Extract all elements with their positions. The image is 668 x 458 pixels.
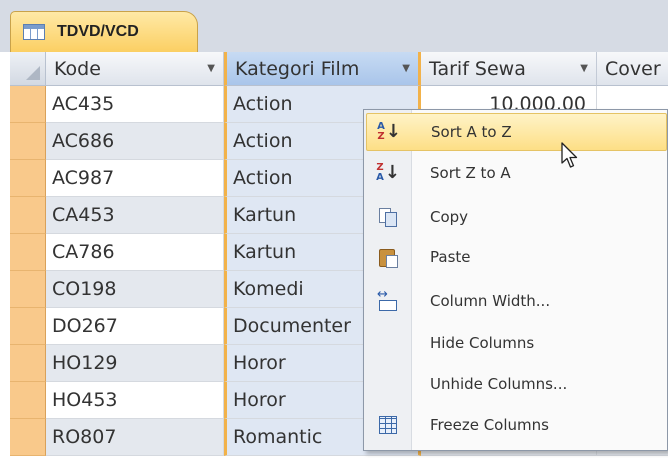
menu-item-freeze-columns[interactable]: Freeze Columns: [366, 406, 667, 444]
column-header-kode[interactable]: Kode ▼: [46, 52, 224, 86]
record-selector[interactable]: [10, 197, 46, 234]
menu-item-label: Copy: [430, 208, 469, 226]
cell-kode[interactable]: AC435: [46, 86, 224, 123]
record-selector[interactable]: [10, 234, 46, 271]
cell-kode[interactable]: RO807: [46, 419, 224, 456]
record-selector[interactable]: [10, 123, 46, 160]
menu-item-label: Unhide Columns...: [430, 375, 568, 393]
menu-item-sort-z-to-a[interactable]: Z A ↓ Sort Z to A: [366, 154, 667, 192]
cell-kode[interactable]: HO129: [46, 345, 224, 382]
select-all-button[interactable]: [10, 52, 46, 86]
menu-item-hide-columns[interactable]: Hide Columns: [366, 324, 667, 362]
menu-item-label: Sort A to Z: [431, 123, 512, 141]
mouse-pointer-icon: [561, 142, 578, 168]
chevron-down-icon[interactable]: ▼: [207, 63, 215, 74]
menu-item-label: Paste: [430, 248, 471, 266]
cell-kode[interactable]: CO198: [46, 271, 224, 308]
chevron-down-icon[interactable]: ▼: [580, 63, 588, 74]
record-selector[interactable]: [10, 160, 46, 197]
menu-item-label: Freeze Columns: [430, 416, 549, 434]
menu-item-sort-a-to-z[interactable]: A Z ↓ Sort A to Z: [366, 113, 667, 151]
table-tab[interactable]: TDVD/VCD: [10, 11, 198, 52]
record-selector[interactable]: [10, 271, 46, 308]
record-selector[interactable]: [10, 308, 46, 345]
column-header-label: Tarif Sewa: [429, 57, 526, 80]
menu-item-paste[interactable]: Paste: [366, 238, 667, 276]
cell-kode[interactable]: DO267: [46, 308, 224, 345]
chevron-down-icon[interactable]: ▼: [402, 63, 410, 74]
column-header-label: Kode: [54, 57, 101, 80]
column-header-label: Kategori Film: [235, 57, 360, 80]
record-selector[interactable]: [10, 345, 46, 382]
menu-item-column-width[interactable]: ↔ Column Width...: [366, 282, 667, 320]
cell-kode[interactable]: CA786: [46, 234, 224, 271]
column-header-label: Cover: [605, 57, 661, 80]
freeze-columns-icon: [366, 406, 410, 444]
record-selector[interactable]: [10, 86, 46, 123]
menu-item-label: Sort Z to A: [430, 164, 511, 182]
cell-kode[interactable]: AC686: [46, 123, 224, 160]
menu-item-copy[interactable]: Copy: [366, 198, 667, 236]
record-selector[interactable]: [10, 419, 46, 456]
copy-icon: [366, 198, 410, 236]
sort-a-to-z-icon: A Z ↓: [377, 121, 401, 142]
cell-kode[interactable]: CA453: [46, 197, 224, 234]
cell-kode[interactable]: HO453: [46, 382, 224, 419]
column-width-icon: ↔: [366, 282, 410, 320]
column-header-tarif-sewa[interactable]: Tarif Sewa ▼: [421, 52, 597, 86]
record-selector[interactable]: [10, 382, 46, 419]
table-icon: [23, 24, 45, 40]
menu-item-label: Hide Columns: [430, 334, 535, 352]
menu-item-unhide-columns[interactable]: Unhide Columns...: [366, 365, 667, 403]
column-header-cover[interactable]: Cover: [597, 52, 668, 86]
column-header-kategori-film[interactable]: Kategori Film ▼: [224, 52, 421, 86]
cell-kode[interactable]: AC987: [46, 160, 224, 197]
sort-z-to-a-icon: Z A ↓: [376, 162, 400, 183]
paste-icon: [366, 238, 410, 276]
menu-item-label: Column Width...: [430, 292, 551, 310]
object-tab-strip: TDVD/VCD: [0, 0, 668, 52]
context-menu: A Z ↓ Sort A to Z Z A ↓ Sort Z to A Copy Pas…: [363, 109, 668, 451]
table-tab-label: TDVD/VCD: [57, 23, 139, 40]
